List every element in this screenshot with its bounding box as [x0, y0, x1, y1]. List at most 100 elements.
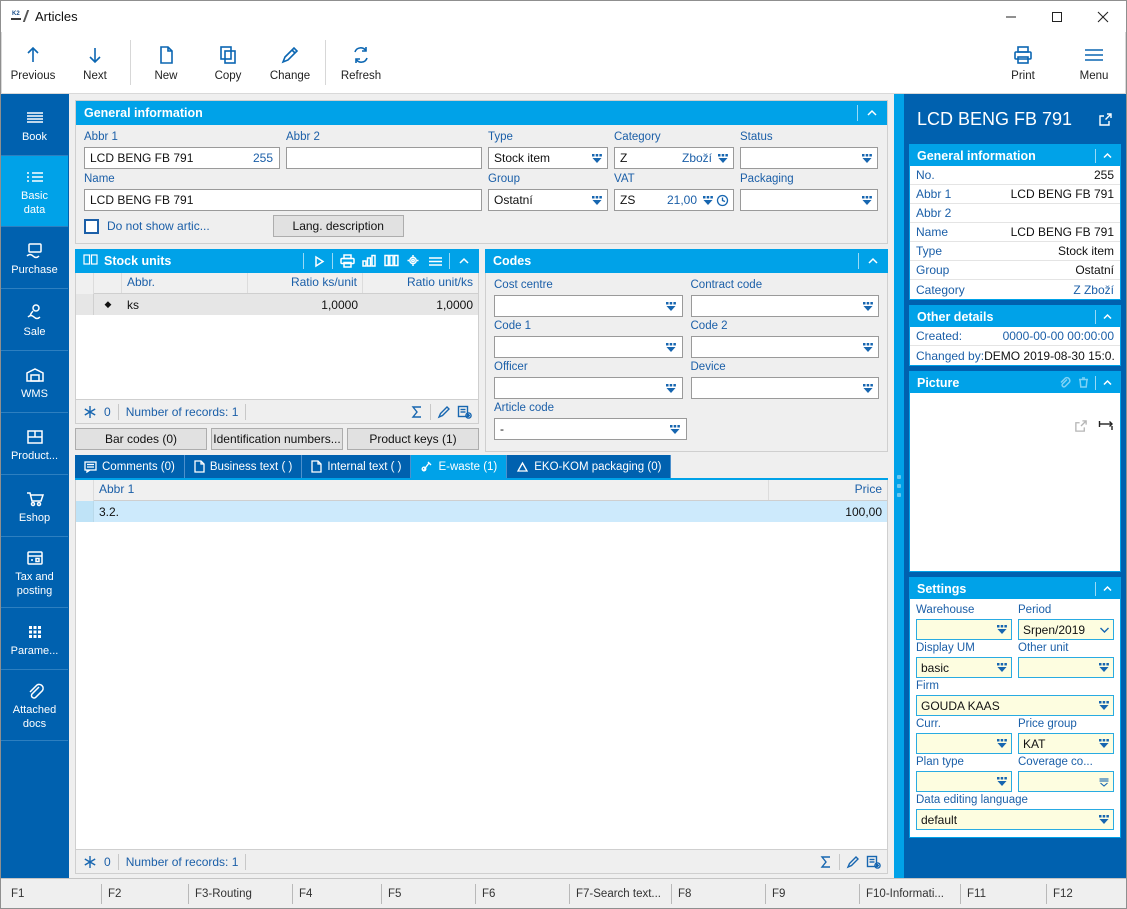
- lookup-dropdown-icon[interactable]: [664, 340, 679, 354]
- status-key-f5[interactable]: F5: [381, 884, 475, 904]
- chevron-up-icon[interactable]: [453, 250, 475, 272]
- input-display-um[interactable]: basic: [916, 657, 1012, 678]
- lookup-dropdown-icon[interactable]: [1097, 738, 1111, 749]
- input-device[interactable]: [691, 377, 880, 399]
- input-code-2[interactable]: [691, 336, 880, 358]
- column-header-abbr[interactable]: Abbr.: [122, 273, 248, 293]
- lookup-dropdown-icon[interactable]: [995, 776, 1009, 787]
- lookup-dropdown-icon[interactable]: [859, 193, 874, 207]
- tab-e-waste[interactable]: E-waste (1): [411, 455, 507, 478]
- lookup-dropdown-icon[interactable]: [860, 381, 875, 395]
- product-keys-button[interactable]: Product keys (1): [347, 428, 479, 450]
- input-abbr1[interactable]: LCD BENG FB 791 255: [84, 147, 280, 169]
- input-packaging[interactable]: [740, 189, 878, 211]
- copy-button[interactable]: Copy: [197, 33, 259, 93]
- sum-icon[interactable]: [816, 852, 836, 872]
- picture-body[interactable]: [910, 393, 1120, 571]
- status-key-f3[interactable]: F3-Routing: [188, 884, 292, 904]
- pencil-icon[interactable]: [843, 852, 863, 872]
- run-icon[interactable]: [307, 250, 329, 272]
- add-record-icon[interactable]: [863, 852, 883, 872]
- sidebar-item-sale[interactable]: Sale: [1, 289, 68, 351]
- status-key-f12[interactable]: F12: [1046, 884, 1126, 904]
- lookup-dropdown-icon[interactable]: [995, 738, 1009, 749]
- chevron-up-icon[interactable]: [1098, 373, 1117, 392]
- panel-splitter[interactable]: [894, 94, 904, 878]
- lookup-dropdown-icon[interactable]: [668, 422, 683, 436]
- sidebar-item-wms[interactable]: WMS: [1, 351, 68, 413]
- lookup-dropdown-icon[interactable]: [859, 151, 874, 165]
- lookup-dropdown-icon[interactable]: [995, 624, 1009, 635]
- add-record-icon[interactable]: [454, 402, 474, 422]
- do-not-show-article-checkbox[interactable]: [84, 219, 99, 234]
- gear-icon[interactable]: [402, 250, 424, 272]
- next-button[interactable]: Next: [64, 33, 126, 93]
- tab-business-text[interactable]: Business text ( ): [185, 455, 302, 478]
- column-header-abbr1[interactable]: Abbr 1: [94, 480, 769, 500]
- input-status[interactable]: [740, 147, 878, 169]
- input-name[interactable]: LCD BENG FB 791: [84, 189, 482, 211]
- sidebar-item-book[interactable]: Book: [1, 94, 68, 156]
- lookup-dropdown-icon[interactable]: [589, 151, 604, 165]
- lookup-dropdown-icon[interactable]: [860, 340, 875, 354]
- lookup-dropdown-icon[interactable]: [860, 299, 875, 313]
- lookup-dropdown-icon[interactable]: [1097, 700, 1111, 711]
- status-key-f9[interactable]: F9: [765, 884, 859, 904]
- lookup-dropdown-icon[interactable]: [664, 299, 679, 313]
- status-key-f2[interactable]: F2: [101, 884, 188, 904]
- chevron-up-icon[interactable]: [862, 250, 884, 272]
- input-article-code[interactable]: -: [494, 418, 687, 440]
- sidebar-item-purchase[interactable]: Purchase: [1, 227, 68, 289]
- lookup-dropdown-icon[interactable]: [589, 193, 604, 207]
- trash-icon[interactable]: [1074, 373, 1093, 392]
- table-row[interactable]: 3.2. 100,00: [76, 501, 887, 522]
- bars-dropdown-icon[interactable]: [1097, 777, 1111, 787]
- status-key-f8[interactable]: F8: [671, 884, 765, 904]
- input-officer[interactable]: [494, 377, 683, 399]
- external-link-icon[interactable]: [1095, 109, 1115, 129]
- sidebar-item-parameters[interactable]: Parame...: [1, 608, 68, 670]
- maximize-icon[interactable]: [1034, 1, 1080, 32]
- tab-internal-text[interactable]: Internal text ( ): [302, 455, 411, 478]
- sidebar-item-tax-and-posting[interactable]: Tax and posting: [1, 537, 68, 608]
- input-other-unit[interactable]: [1018, 657, 1114, 678]
- minimize-icon[interactable]: [988, 1, 1034, 32]
- status-key-f10[interactable]: F10-Informati...: [859, 884, 960, 904]
- input-contract-code[interactable]: [691, 295, 880, 317]
- chevron-up-icon[interactable]: [1098, 307, 1117, 326]
- print-button[interactable]: Print: [992, 33, 1054, 93]
- input-period[interactable]: Srpen/2019: [1018, 619, 1114, 640]
- resize-width-icon[interactable]: [1098, 419, 1114, 436]
- lookup-dropdown-icon[interactable]: [664, 381, 679, 395]
- input-curr[interactable]: [916, 733, 1012, 754]
- clock-icon[interactable]: [715, 194, 730, 207]
- input-plan-type[interactable]: [916, 771, 1012, 792]
- sidebar-item-production[interactable]: Product...: [1, 413, 68, 475]
- lang-description-button[interactable]: Lang. description: [273, 215, 404, 237]
- columns-icon[interactable]: [380, 250, 402, 272]
- refresh-button[interactable]: Refresh: [330, 33, 392, 93]
- input-category[interactable]: Z Zboží: [614, 147, 734, 169]
- hamburger-icon[interactable]: [424, 250, 446, 272]
- input-group[interactable]: Ostatní: [488, 189, 608, 211]
- status-key-f6[interactable]: F6: [475, 884, 569, 904]
- input-warehouse[interactable]: [916, 619, 1012, 640]
- external-link-icon[interactable]: [1074, 419, 1088, 436]
- change-button[interactable]: Change: [259, 33, 321, 93]
- lookup-dropdown-icon[interactable]: [1097, 814, 1111, 825]
- chevron-down-icon[interactable]: [1097, 626, 1111, 634]
- lookup-dropdown-icon[interactable]: [995, 662, 1009, 673]
- status-key-f7[interactable]: F7-Search text...: [569, 884, 671, 904]
- column-header-price[interactable]: Price: [769, 480, 887, 500]
- input-cost-centre[interactable]: [494, 295, 683, 317]
- input-abbr2[interactable]: [286, 147, 482, 169]
- column-header-ratio-ks-unit[interactable]: Ratio ks/unit: [248, 273, 363, 293]
- snowflake-icon[interactable]: [80, 852, 100, 872]
- input-code-1[interactable]: [494, 336, 683, 358]
- new-button[interactable]: New: [135, 33, 197, 93]
- input-type[interactable]: Stock item: [488, 147, 608, 169]
- status-key-f4[interactable]: F4: [292, 884, 381, 904]
- input-coverage-code[interactable]: [1018, 771, 1114, 792]
- close-icon[interactable]: [1080, 1, 1126, 32]
- lookup-dropdown-icon[interactable]: [715, 151, 730, 165]
